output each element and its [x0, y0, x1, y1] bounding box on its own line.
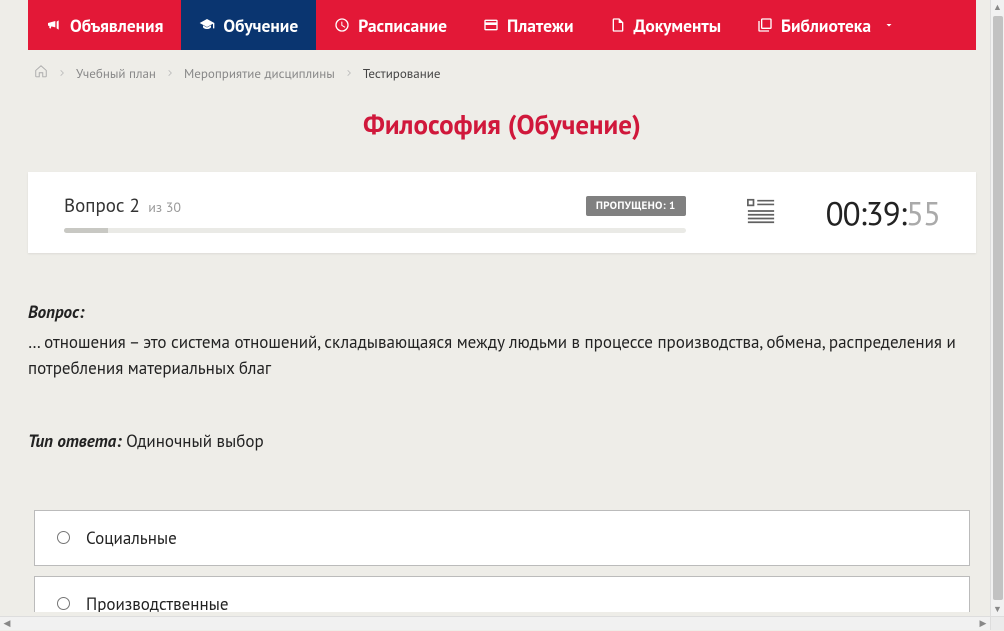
- navbar: Объявления Обучение Расписание Платежи: [28, 0, 976, 50]
- home-icon[interactable]: [34, 64, 48, 82]
- chevron-right-icon: [345, 65, 353, 82]
- book-icon: [757, 17, 773, 33]
- chevron-right-icon: [166, 65, 174, 82]
- question-number: Вопрос 2: [64, 194, 140, 218]
- scroll-up-icon[interactable]: ▲: [991, 0, 1004, 14]
- answer-type-label: Тип ответа:: [28, 430, 122, 452]
- option-1-radio[interactable]: [57, 531, 70, 544]
- question-text: … отношения – это система отношений, скл…: [28, 329, 976, 382]
- answer-type-value: Одиночный выбор: [126, 430, 264, 452]
- nav-item-label: Платежи: [507, 14, 574, 37]
- option-2[interactable]: Производственные: [34, 576, 970, 612]
- nav-library[interactable]: Библиотека: [739, 0, 913, 50]
- option-1-label: Социальные: [86, 527, 177, 549]
- nav-announcements[interactable]: Объявления: [28, 0, 181, 50]
- nav-schedule[interactable]: Расписание: [316, 0, 465, 50]
- progress-bar: [64, 228, 686, 233]
- nav-item-label: Библиотека: [781, 14, 871, 37]
- horizontal-scrollbar[interactable]: ◀ ▶: [0, 616, 990, 630]
- progress-fill: [64, 228, 108, 233]
- nav-item-label: Обучение: [223, 14, 298, 37]
- nav-item-label: Документы: [634, 14, 721, 37]
- timer: 00:39:55: [826, 192, 940, 235]
- scroll-down-icon[interactable]: ▼: [991, 602, 1004, 616]
- scroll-right-icon[interactable]: ▶: [976, 617, 990, 631]
- question-list-button[interactable]: [746, 196, 776, 231]
- megaphone-icon: [46, 17, 62, 33]
- chevron-down-icon: [883, 19, 895, 31]
- option-2-radio[interactable]: [57, 597, 70, 610]
- breadcrumb: Учебный план Мероприятие дисциплины Тест…: [28, 50, 976, 96]
- options-list: Социальные Производственные: [28, 510, 976, 612]
- question-heading: Вопрос:: [28, 301, 976, 323]
- nav-payments[interactable]: Платежи: [465, 0, 592, 50]
- skipped-badge: ПРОПУЩЕНО: 1: [586, 196, 686, 216]
- document-icon: [610, 17, 626, 33]
- card-icon: [483, 17, 499, 33]
- clock-icon: [334, 17, 350, 33]
- breadcrumb-current: Тестирование: [363, 65, 441, 82]
- answer-type-line: Тип ответа: Одиночный выбор: [28, 430, 976, 452]
- chevron-right-icon: [58, 65, 66, 82]
- page-title: Философия (Обучение): [28, 108, 976, 142]
- timer-main: 00:39:: [826, 192, 906, 235]
- scroll-corner: [990, 616, 1004, 630]
- question-total: из 30: [148, 198, 181, 216]
- vertical-scrollbar[interactable]: ▲ ▼: [990, 0, 1004, 616]
- option-1[interactable]: Социальные: [34, 510, 970, 566]
- breadcrumb-curriculum[interactable]: Учебный план: [76, 65, 156, 82]
- nav-documents[interactable]: Документы: [592, 0, 739, 50]
- graduation-cap-icon: [199, 17, 215, 33]
- breadcrumb-event[interactable]: Мероприятие дисциплины: [184, 65, 335, 82]
- nav-education[interactable]: Обучение: [181, 0, 316, 50]
- scroll-thumb[interactable]: [993, 16, 1003, 600]
- nav-item-label: Объявления: [70, 14, 163, 37]
- timer-seconds: 55: [906, 192, 940, 235]
- question-status-card: Вопрос 2 из 30 ПРОПУЩЕНО: 1: [28, 172, 976, 253]
- scroll-left-icon[interactable]: ◀: [0, 617, 14, 631]
- option-2-label: Производственные: [86, 593, 228, 612]
- nav-item-label: Расписание: [358, 14, 447, 37]
